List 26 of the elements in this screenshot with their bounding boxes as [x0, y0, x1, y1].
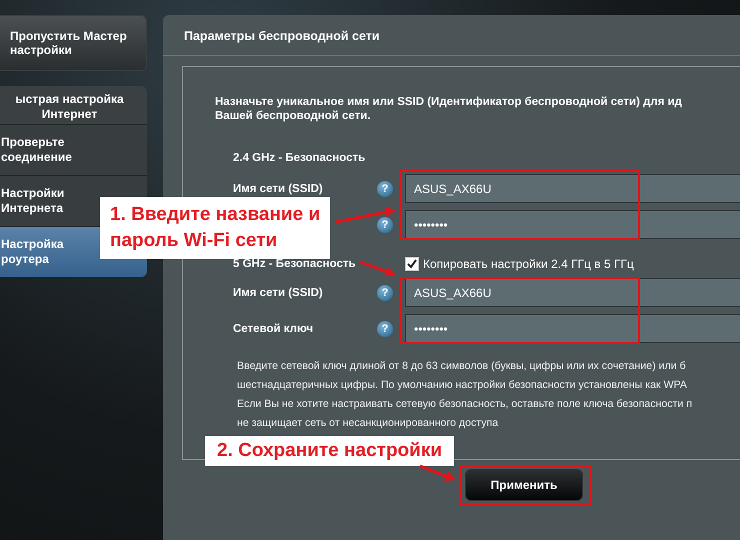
checkbox[interactable]: [405, 257, 419, 271]
intro-text: Назначьте уникальное имя или SSID (Идентификатор беспроводной сети) для ид Вашей беспроводной сети.: [215, 95, 683, 123]
help-icon[interactable]: ?: [377, 180, 393, 196]
arrow: [359, 260, 396, 276]
field-label: Имя сети (SSID): [233, 286, 324, 298]
checkbox-label: Копировать настройки 2.4 ГГц в 5 ГГц: [423, 257, 634, 271]
input-field[interactable]: ASUS_AX66U: [405, 278, 740, 307]
input-field[interactable]: ASUS_AX66U: [405, 174, 740, 203]
callout-tooltip: 2. Сохраните настройки: [205, 436, 454, 466]
callout-tooltip: 1. Введите название и пароль Wi-Fi сети: [100, 197, 330, 259]
skip-wizard-button[interactable]: Пропустить Мастер настройки: [0, 15, 147, 71]
check-icon: [407, 259, 417, 269]
apply-button[interactable]: Применить: [465, 469, 583, 501]
help-icon[interactable]: ?: [377, 320, 393, 336]
panel-title: Параметры беспроводной сети: [163, 15, 740, 56]
arrow: [419, 464, 456, 481]
help-icon[interactable]: ?: [377, 284, 393, 300]
band-title: 2.4 GHz - Безопасность: [233, 152, 366, 164]
help-icon[interactable]: ?: [377, 216, 393, 232]
help-text: Введите сетевой ключ длиной от 8 до 63 символов (буквы, цифры или их сочетание) или б шестнадцатеричных цифры. По умолчанию настройки безопасности установлены как WPA Если Вы не хотите настраивать сетевую безопасность, оставьте поле ключа безопасности п не защищает сеть от несанкционированного доступа: [236, 359, 694, 431]
sidebar-title: ыстрая настройка Интернет: [14, 91, 125, 123]
field-label: Имя сети (SSID): [233, 182, 324, 194]
input-field[interactable]: ••••••••: [405, 314, 740, 343]
band-title: 5 GHz - Безопасность: [233, 258, 356, 270]
field-label: Сетевой ключ: [233, 322, 314, 334]
input-field[interactable]: ••••••••: [405, 210, 740, 239]
